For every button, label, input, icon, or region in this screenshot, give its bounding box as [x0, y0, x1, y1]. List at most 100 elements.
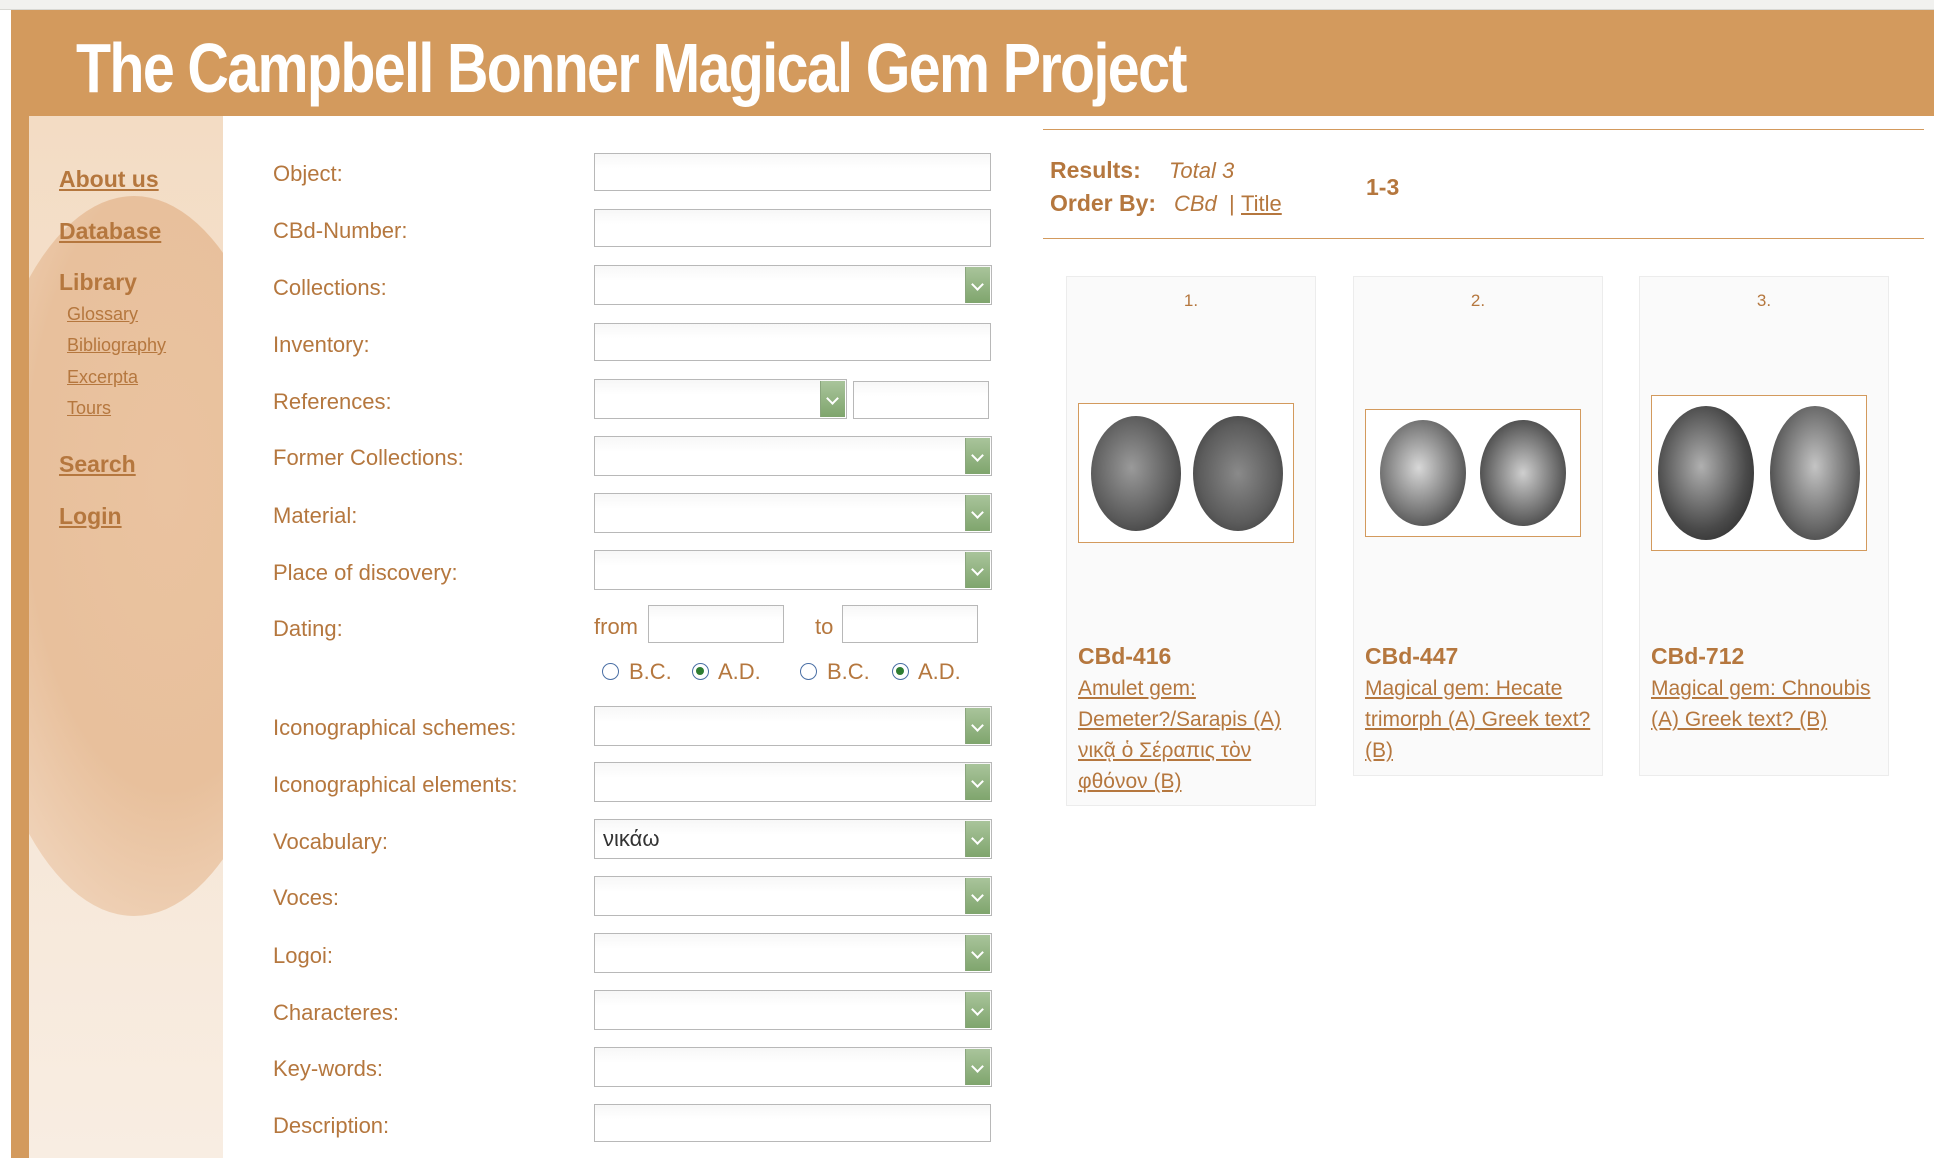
material-label: Material:	[273, 503, 358, 528]
results-range: 1-3	[1366, 174, 1400, 200]
window-top-edge	[0, 0, 1934, 10]
results-bottom-rule	[1043, 238, 1924, 239]
from-ad-label: A.D.	[718, 659, 761, 684]
sidebar-nav: About us Database Library Glossary Bibli…	[29, 116, 223, 1158]
cbd-number-label: CBd-Number:	[273, 218, 408, 243]
icon-schemes-select[interactable]	[594, 706, 992, 746]
collections-label: Collections:	[273, 275, 387, 300]
chevron-down-icon	[965, 708, 990, 744]
result-id: CBd-712	[1651, 643, 1745, 669]
dating-from-label: from	[594, 614, 638, 639]
order-by-separator: |	[1229, 191, 1235, 216]
gem-thumbnail[interactable]	[1078, 403, 1294, 543]
object-label: Object:	[273, 161, 343, 186]
inventory-label: Inventory:	[273, 332, 370, 357]
from-bc-radio[interactable]	[602, 663, 619, 680]
gem-side-b-image	[1193, 416, 1283, 531]
references-label: References:	[273, 389, 392, 414]
inventory-input[interactable]	[594, 323, 991, 361]
order-by-cbd: CBd	[1174, 191, 1217, 216]
order-by-label: Order By:	[1050, 190, 1157, 216]
nav-bibliography[interactable]: Bibliography	[67, 335, 166, 356]
nav-glossary[interactable]: Glossary	[67, 304, 138, 325]
cbd-number-input[interactable]	[594, 209, 991, 247]
from-bc-label: B.C.	[629, 659, 672, 684]
dating-to-label: to	[815, 614, 834, 639]
nav-about-us[interactable]: About us	[59, 166, 159, 193]
results-top-rule	[1043, 129, 1924, 130]
result-card: 1. CBd-416 Amulet gem: Demeter?/Sarapis …	[1066, 276, 1316, 806]
to-bc-label: B.C.	[827, 659, 870, 684]
order-by-title-link[interactable]: Title	[1241, 191, 1282, 217]
former-collections-select[interactable]	[594, 436, 992, 476]
gem-thumbnail[interactable]	[1365, 409, 1581, 537]
result-id: CBd-416	[1078, 643, 1172, 669]
site-banner: The Campbell Bonner Magical Gem Project	[11, 10, 1934, 116]
result-number: 3.	[1756, 291, 1772, 310]
result-number: 1.	[1183, 291, 1199, 310]
results-total: Total 3	[1169, 158, 1235, 183]
dating-from-input[interactable]	[648, 605, 784, 643]
object-input[interactable]	[594, 153, 991, 191]
collections-select[interactable]	[594, 265, 992, 305]
chevron-down-icon	[965, 267, 990, 303]
nav-login[interactable]: Login	[59, 503, 122, 530]
description-input[interactable]	[594, 1104, 991, 1142]
characteres-select[interactable]	[594, 990, 992, 1030]
site-title: The Campbell Bonner Magical Gem Project	[76, 29, 1187, 107]
nav-excerpta[interactable]: Excerpta	[67, 367, 138, 388]
references-input[interactable]	[853, 381, 989, 419]
characteres-label: Characteres:	[273, 1000, 399, 1025]
nav-database[interactable]: Database	[59, 218, 161, 245]
chevron-down-icon	[820, 381, 845, 417]
result-card: 2. CBd-447 Magical gem: Hecate trimorph …	[1353, 276, 1603, 776]
result-card: 3. CBd-712 Magical gem: Chnoubis (A) Gre…	[1639, 276, 1889, 776]
results-label: Results:	[1050, 157, 1141, 183]
chevron-down-icon	[965, 821, 990, 857]
chevron-down-icon	[965, 992, 990, 1028]
icon-elements-select[interactable]	[594, 762, 992, 802]
vocabulary-select[interactable]: νικάω	[594, 819, 992, 859]
gem-side-a-image	[1380, 420, 1466, 526]
result-title-link[interactable]: Magical gem: Hecate trimorph (A) Greek t…	[1365, 673, 1601, 766]
result-title-link[interactable]: Magical gem: Chnoubis (A) Greek text? (B…	[1651, 673, 1887, 735]
to-ad-label: A.D.	[918, 659, 961, 684]
nav-library-heading: Library	[59, 269, 137, 295]
gem-side-a-image	[1658, 406, 1754, 540]
chevron-down-icon	[965, 935, 990, 971]
gem-thumbnail[interactable]	[1651, 395, 1867, 551]
result-number: 2.	[1470, 291, 1486, 310]
chevron-down-icon	[965, 764, 990, 800]
dating-label: Dating:	[273, 616, 343, 641]
gem-side-b-image	[1770, 406, 1860, 540]
chevron-down-icon	[965, 878, 990, 914]
voces-label: Voces:	[273, 885, 340, 910]
result-title-link[interactable]: Amulet gem: Demeter?/Sarapis (A) νικᾷ ὁ …	[1078, 673, 1314, 797]
logoi-label: Logoi:	[273, 943, 333, 968]
place-of-discovery-select[interactable]	[594, 550, 992, 590]
nav-tours[interactable]: Tours	[67, 398, 111, 419]
gem-side-a-image	[1091, 416, 1181, 531]
icon-elements-label: Iconographical elements:	[273, 772, 518, 797]
vocabulary-label: Vocabulary:	[273, 829, 388, 854]
description-label: Description:	[273, 1113, 390, 1138]
nav-search[interactable]: Search	[59, 451, 136, 478]
result-id: CBd-447	[1365, 643, 1459, 669]
icon-schemes-label: Iconographical schemes:	[273, 715, 517, 740]
voces-select[interactable]	[594, 876, 992, 916]
former-collections-label: Former Collections:	[273, 445, 464, 470]
material-select[interactable]	[594, 493, 992, 533]
keywords-select[interactable]	[594, 1047, 992, 1087]
to-ad-radio[interactable]	[892, 663, 909, 680]
keywords-label: Key-words:	[273, 1056, 384, 1081]
gem-side-b-image	[1480, 420, 1566, 526]
chevron-down-icon	[965, 552, 990, 588]
to-bc-radio[interactable]	[800, 663, 817, 680]
references-select[interactable]	[594, 379, 847, 419]
dating-to-input[interactable]	[842, 605, 978, 643]
logoi-select[interactable]	[594, 933, 992, 973]
chevron-down-icon	[965, 495, 990, 531]
from-ad-radio[interactable]	[692, 663, 709, 680]
left-border-strip	[11, 116, 29, 1158]
chevron-down-icon	[965, 1049, 990, 1085]
